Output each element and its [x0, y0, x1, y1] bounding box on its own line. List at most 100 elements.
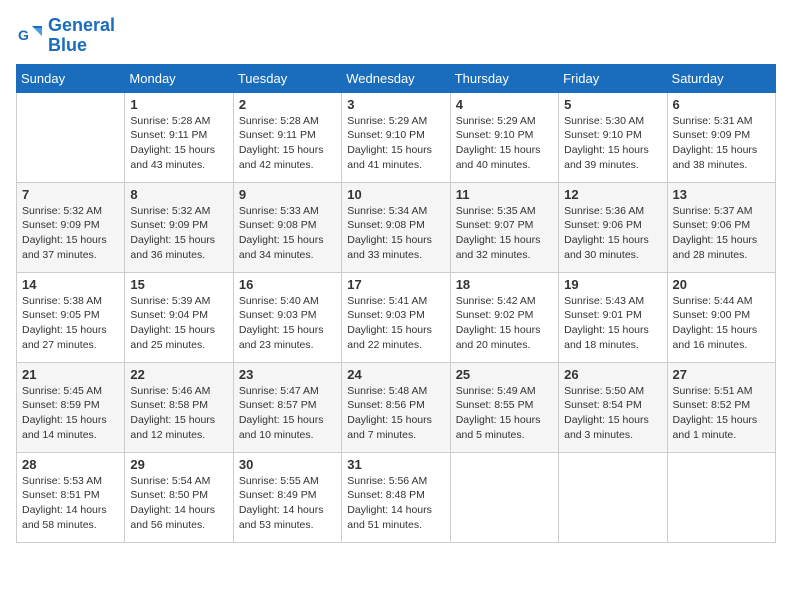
day-number: 21 — [22, 367, 119, 382]
calendar-header: SundayMondayTuesdayWednesdayThursdayFrid… — [17, 64, 776, 92]
day-number: 20 — [673, 277, 770, 292]
cell-info: Sunrise: 5:32 AMSunset: 9:09 PMDaylight:… — [22, 204, 119, 263]
logo: G GeneralBlue — [16, 16, 115, 56]
calendar-cell — [559, 452, 667, 542]
day-header-friday: Friday — [559, 64, 667, 92]
day-number: 22 — [130, 367, 227, 382]
day-number: 30 — [239, 457, 336, 472]
cell-info: Sunrise: 5:54 AMSunset: 8:50 PMDaylight:… — [130, 474, 227, 533]
calendar-cell: 15Sunrise: 5:39 AMSunset: 9:04 PMDayligh… — [125, 272, 233, 362]
day-number: 3 — [347, 97, 444, 112]
day-number: 11 — [456, 187, 553, 202]
calendar-cell: 10 Sunrise: 5:34 AMSunset: 9:08 PMDayligh… — [342, 182, 450, 272]
calendar-cell: 14 Sunrise: 5:38 AMSunset: 9:05 PMDayligh… — [17, 272, 125, 362]
calendar-table: SundayMondayTuesdayWednesdayThursdayFrid… — [16, 64, 776, 543]
cell-info: Sunrise: 5:56 AMSunset: 8:48 PMDaylight:… — [347, 474, 444, 533]
cell-info: Sunrise: 5:28 AMSunset: 9:11 PMDaylight:… — [239, 114, 336, 173]
svg-text:G: G — [18, 27, 29, 43]
logo-text: GeneralBlue — [48, 16, 115, 56]
day-header-tuesday: Tuesday — [233, 64, 341, 92]
calendar-cell: 30 Sunrise: 5:55 AMSunset: 8:49 PMDayligh… — [233, 452, 341, 542]
calendar-cell: 2 Sunrise: 5:28 AMSunset: 9:11 PMDaylight… — [233, 92, 341, 182]
day-number: 7 — [22, 187, 119, 202]
week-row-2: 7 Sunrise: 5:32 AMSunset: 9:09 PMDaylight… — [17, 182, 776, 272]
cell-info: Sunrise: 5:45 AMSunset: 8:59 PMDaylight:… — [22, 384, 119, 443]
cell-info: Sunrise: 5:55 AMSunset: 8:49 PMDaylight:… — [239, 474, 336, 533]
week-row-5: 28 Sunrise: 5:53 AMSunset: 8:51 PMDayligh… — [17, 452, 776, 542]
cell-info: Sunrise: 5:28 AMSunset: 9:11 PMDaylight:… — [130, 114, 227, 173]
cell-info: Sunrise: 5:35 AMSunset: 9:07 PMDaylight:… — [456, 204, 553, 263]
day-number: 27 — [673, 367, 770, 382]
calendar-cell: 21 Sunrise: 5:45 AMSunset: 8:59 PMDayligh… — [17, 362, 125, 452]
day-number: 31 — [347, 457, 444, 472]
calendar-cell: 20Sunrise: 5:44 AMSunset: 9:00 PMDayligh… — [667, 272, 775, 362]
calendar-cell: 3 Sunrise: 5:29 AMSunset: 9:10 PMDaylight… — [342, 92, 450, 182]
cell-info: Sunrise: 5:34 AMSunset: 9:08 PMDaylight:… — [347, 204, 444, 263]
calendar-cell: 4 Sunrise: 5:29 AMSunset: 9:10 PMDaylight… — [450, 92, 558, 182]
cell-info: Sunrise: 5:51 AMSunset: 8:52 PMDaylight:… — [673, 384, 770, 443]
day-number: 13 — [673, 187, 770, 202]
day-header-sunday: Sunday — [17, 64, 125, 92]
cell-info: Sunrise: 5:43 AMSunset: 9:01 PMDaylight:… — [564, 294, 661, 353]
cell-info: Sunrise: 5:33 AMSunset: 9:08 PMDaylight:… — [239, 204, 336, 263]
calendar-cell: 18 Sunrise: 5:42 AMSunset: 9:02 PMDayligh… — [450, 272, 558, 362]
cell-info: Sunrise: 5:49 AMSunset: 8:55 PMDaylight:… — [456, 384, 553, 443]
cell-info: Sunrise: 5:31 AMSunset: 9:09 PMDaylight:… — [673, 114, 770, 173]
calendar-cell — [667, 452, 775, 542]
calendar-cell: 28 Sunrise: 5:53 AMSunset: 8:51 PMDayligh… — [17, 452, 125, 542]
day-number: 14 — [22, 277, 119, 292]
calendar-cell: 11 Sunrise: 5:35 AMSunset: 9:07 PMDayligh… — [450, 182, 558, 272]
day-number: 16 — [239, 277, 336, 292]
day-number: 2 — [239, 97, 336, 112]
day-number: 28 — [22, 457, 119, 472]
day-header-wednesday: Wednesday — [342, 64, 450, 92]
calendar-cell: 19 Sunrise: 5:43 AMSunset: 9:01 PMDayligh… — [559, 272, 667, 362]
cell-info: Sunrise: 5:37 AMSunset: 9:06 PMDaylight:… — [673, 204, 770, 263]
day-number: 8 — [130, 187, 227, 202]
calendar-cell: 9 Sunrise: 5:33 AMSunset: 9:08 PMDaylight… — [233, 182, 341, 272]
days-header-row: SundayMondayTuesdayWednesdayThursdayFrid… — [17, 64, 776, 92]
page-header: G GeneralBlue — [16, 16, 776, 56]
cell-info: Sunrise: 5:30 AMSunset: 9:10 PMDaylight:… — [564, 114, 661, 173]
day-number: 4 — [456, 97, 553, 112]
calendar-cell — [450, 452, 558, 542]
cell-info: Sunrise: 5:29 AMSunset: 9:10 PMDaylight:… — [456, 114, 553, 173]
calendar-cell: 31 Sunrise: 5:56 AMSunset: 8:48 PMDayligh… — [342, 452, 450, 542]
logo-icon: G — [16, 22, 44, 50]
cell-info: Sunrise: 5:47 AMSunset: 8:57 PMDaylight:… — [239, 384, 336, 443]
calendar-body: 1 Sunrise: 5:28 AMSunset: 9:11 PMDaylight… — [17, 92, 776, 542]
day-number: 5 — [564, 97, 661, 112]
calendar-cell: 29Sunrise: 5:54 AMSunset: 8:50 PMDayligh… — [125, 452, 233, 542]
calendar-cell: 27 Sunrise: 5:51 AMSunset: 8:52 PMDayligh… — [667, 362, 775, 452]
day-number: 10 — [347, 187, 444, 202]
day-number: 18 — [456, 277, 553, 292]
day-number: 17 — [347, 277, 444, 292]
calendar-cell: 6Sunrise: 5:31 AMSunset: 9:09 PMDaylight… — [667, 92, 775, 182]
calendar-cell: 12Sunrise: 5:36 AMSunset: 9:06 PMDayligh… — [559, 182, 667, 272]
day-number: 9 — [239, 187, 336, 202]
calendar-cell: 7 Sunrise: 5:32 AMSunset: 9:09 PMDaylight… — [17, 182, 125, 272]
day-number: 1 — [130, 97, 227, 112]
calendar-cell: 26Sunrise: 5:50 AMSunset: 8:54 PMDayligh… — [559, 362, 667, 452]
cell-info: Sunrise: 5:42 AMSunset: 9:02 PMDaylight:… — [456, 294, 553, 353]
cell-info: Sunrise: 5:40 AMSunset: 9:03 PMDaylight:… — [239, 294, 336, 353]
calendar-cell: 1 Sunrise: 5:28 AMSunset: 9:11 PMDaylight… — [125, 92, 233, 182]
calendar-cell: 25 Sunrise: 5:49 AMSunset: 8:55 PMDayligh… — [450, 362, 558, 452]
calendar-cell — [17, 92, 125, 182]
calendar-cell: 24Sunrise: 5:48 AMSunset: 8:56 PMDayligh… — [342, 362, 450, 452]
cell-info: Sunrise: 5:53 AMSunset: 8:51 PMDaylight:… — [22, 474, 119, 533]
calendar-cell: 8 Sunrise: 5:32 AMSunset: 9:09 PMDaylight… — [125, 182, 233, 272]
week-row-4: 21 Sunrise: 5:45 AMSunset: 8:59 PMDayligh… — [17, 362, 776, 452]
cell-info: Sunrise: 5:46 AMSunset: 8:58 PMDaylight:… — [130, 384, 227, 443]
day-number: 24 — [347, 367, 444, 382]
day-number: 19 — [564, 277, 661, 292]
calendar-cell: 23Sunrise: 5:47 AMSunset: 8:57 PMDayligh… — [233, 362, 341, 452]
calendar-cell: 5 Sunrise: 5:30 AMSunset: 9:10 PMDaylight… — [559, 92, 667, 182]
cell-info: Sunrise: 5:29 AMSunset: 9:10 PMDaylight:… — [347, 114, 444, 173]
day-number: 25 — [456, 367, 553, 382]
week-row-3: 14 Sunrise: 5:38 AMSunset: 9:05 PMDayligh… — [17, 272, 776, 362]
cell-info: Sunrise: 5:38 AMSunset: 9:05 PMDaylight:… — [22, 294, 119, 353]
day-header-saturday: Saturday — [667, 64, 775, 92]
cell-info: Sunrise: 5:32 AMSunset: 9:09 PMDaylight:… — [130, 204, 227, 263]
calendar-cell: 22 Sunrise: 5:46 AMSunset: 8:58 PMDayligh… — [125, 362, 233, 452]
